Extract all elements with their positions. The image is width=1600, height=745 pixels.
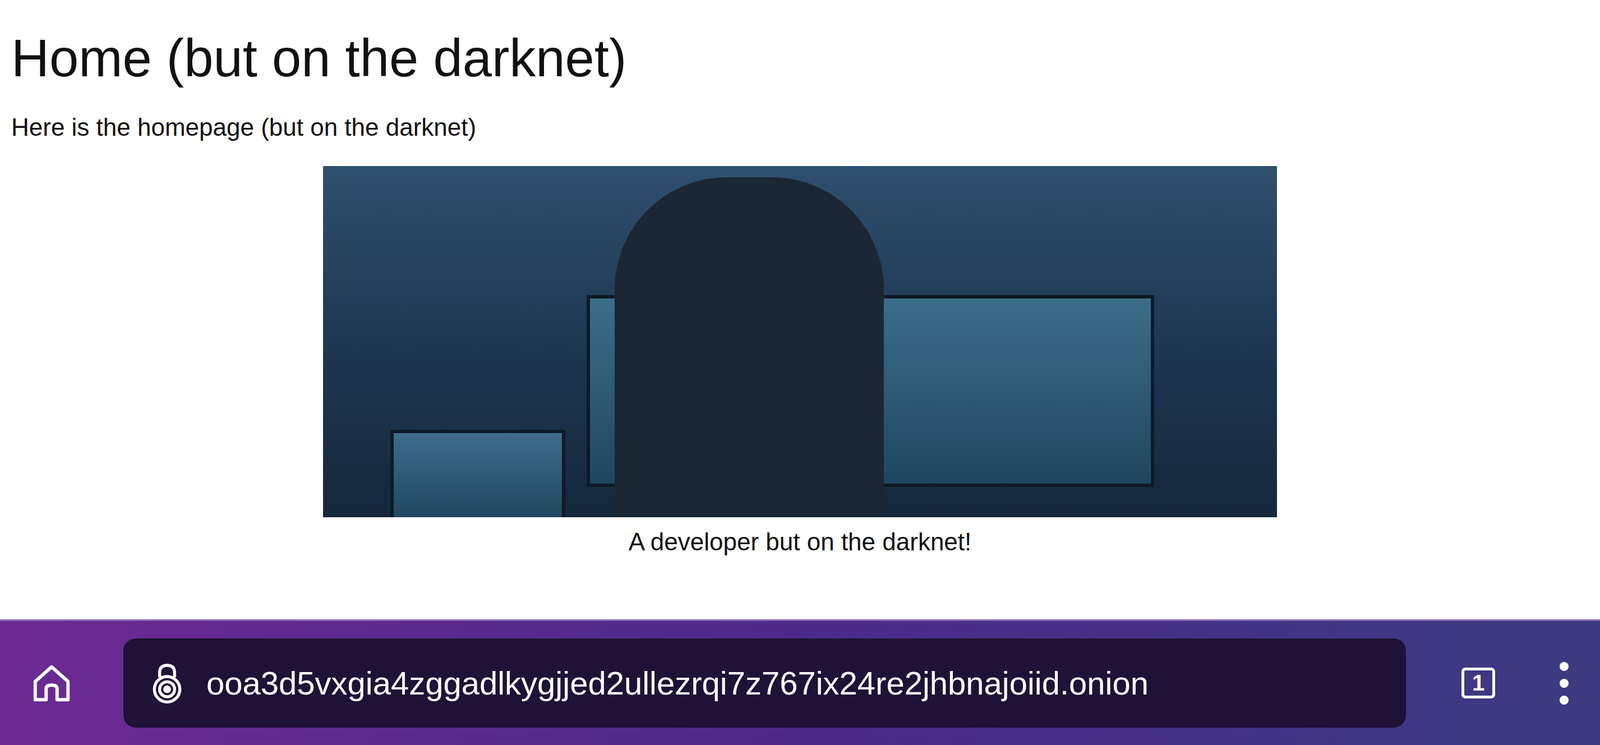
home-button[interactable]	[22, 653, 81, 713]
monitor-shape	[390, 429, 566, 518]
hooded-figure	[614, 177, 884, 518]
browser-screen: Home (but on the darknet) Here is the ho…	[0, 0, 1600, 745]
bottom-toolbar: ooa3d5vxgia4zggadlkygjjed2ullezrqi7z767i…	[0, 619, 1600, 745]
figure-caption: A developer but on the darknet!	[628, 527, 972, 557]
url-text: ooa3d5vxgia4zggadlkygjjed2ullezrqi7z767i…	[206, 664, 1149, 702]
menu-button[interactable]	[1541, 652, 1587, 714]
tab-count: 1	[1461, 667, 1496, 699]
developer-photo	[323, 166, 1277, 518]
menu-dots-icon	[1558, 660, 1570, 706]
page-content: Home (but on the darknet) Here is the ho…	[0, 0, 1600, 620]
tabs-button[interactable]: 1	[1447, 652, 1510, 714]
home-icon	[29, 661, 74, 705]
onion-lock-icon	[149, 661, 186, 705]
page-paragraph: Here is the homepage (but on the darknet…	[11, 112, 1589, 143]
page-heading: Home (but on the darknet)	[11, 26, 1589, 91]
figure: A developer but on the darknet!	[11, 166, 1589, 557]
url-field[interactable]: ooa3d5vxgia4zggadlkygjjed2ullezrqi7z767i…	[123, 638, 1406, 728]
